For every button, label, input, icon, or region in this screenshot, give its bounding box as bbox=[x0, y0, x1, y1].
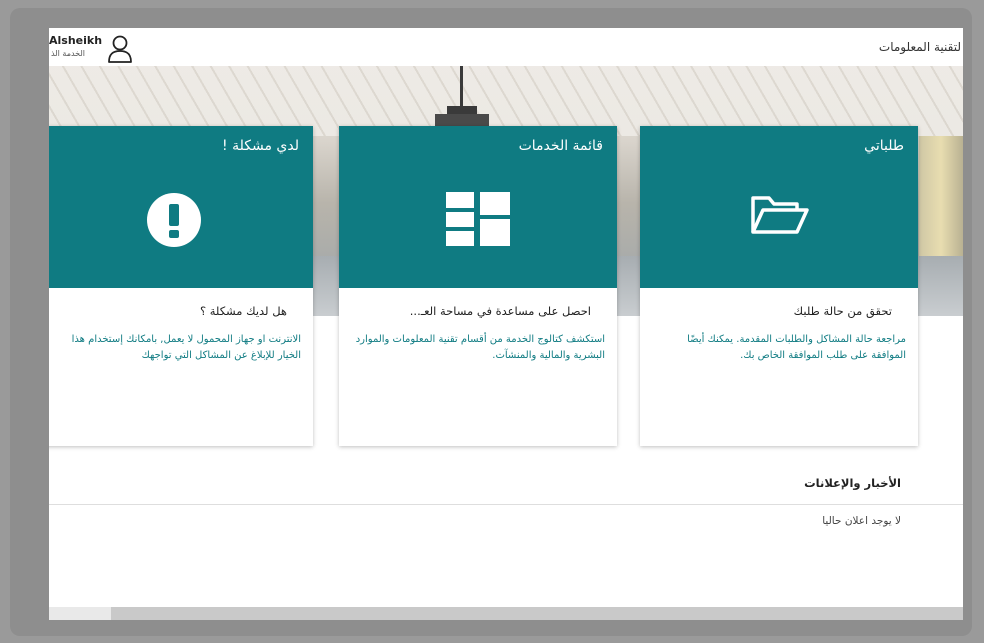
user-name: Alsheikh bbox=[49, 34, 103, 47]
exclamation-icon bbox=[147, 193, 201, 247]
card-subtitle: تحقق من حالة طلبك bbox=[793, 304, 892, 318]
scrollbar-thumb[interactable] bbox=[49, 607, 111, 620]
news-empty-message: لا يوجد اعلان حاليا bbox=[822, 515, 901, 527]
card-title: لدي مشكلة ! bbox=[222, 138, 299, 154]
card-subtitle: هل لديك مشكلة ؟ bbox=[199, 304, 287, 318]
service-catalog-card[interactable]: قائمة الخدمات احصل على مساعدة في مساحة ا… bbox=[339, 126, 617, 446]
card-header: طلباتي bbox=[640, 126, 918, 288]
card-title: طلباتي bbox=[864, 138, 904, 154]
app-title: لتقنية المعلومات bbox=[878, 40, 961, 54]
my-requests-card[interactable]: طلباتي تحقق من حالة طلبك مراجعة حالة الم… bbox=[640, 126, 918, 446]
card-subtitle: احصل على مساعدة في مساحة العـ... bbox=[409, 304, 591, 318]
user-role: الخدمة الذ bbox=[51, 49, 85, 58]
folder-open-icon bbox=[751, 196, 809, 234]
card-header: قائمة الخدمات bbox=[339, 126, 617, 288]
card-description: استكشف كتالوج الخدمة من أقسام تقنية المع… bbox=[355, 334, 605, 361]
portal-screen: Alsheikh الخدمة الذ لتقنية المعلومات طلب… bbox=[49, 28, 963, 620]
card-description: الانترنت او جهاز المحمول لا يعمل, بامكان… bbox=[71, 334, 301, 361]
top-bar: Alsheikh الخدمة الذ لتقنية المعلومات bbox=[49, 28, 963, 66]
report-problem-card[interactable]: لدي مشكلة ! هل لديك مشكلة ؟ الانترنت او … bbox=[49, 126, 313, 446]
user-avatar-icon[interactable] bbox=[107, 35, 133, 63]
card-title: قائمة الخدمات bbox=[518, 138, 603, 154]
horizontal-scrollbar[interactable] bbox=[49, 607, 963, 620]
news-section-title: الأخبار والإعلانات bbox=[804, 476, 901, 490]
grid-icon bbox=[446, 192, 510, 246]
card-header: لدي مشكلة ! bbox=[49, 126, 313, 288]
divider bbox=[49, 504, 963, 505]
user-menu[interactable]: Alsheikh الخدمة الذ bbox=[49, 34, 139, 64]
card-description: مراجعة حالة المشاكل والطلبات المقدمة. يم… bbox=[687, 334, 906, 361]
